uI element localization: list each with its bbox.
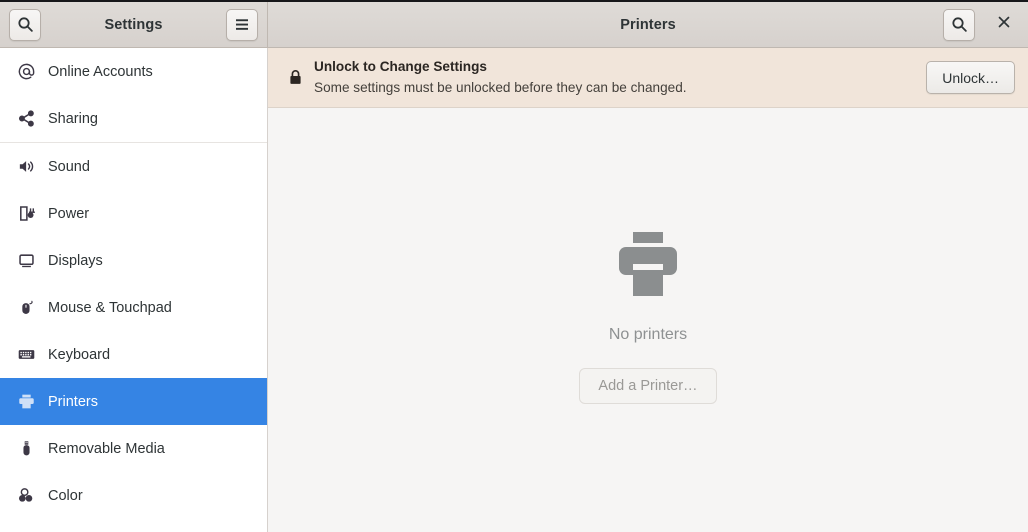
- battery-plug-icon: [13, 204, 39, 223]
- page-title: Printers: [620, 16, 676, 33]
- usb-drive-icon: [13, 439, 39, 458]
- sidebar-item-removable-media[interactable]: Removable Media: [0, 425, 267, 472]
- window-body: Online Accounts Sharing Sound Power Disp…: [0, 48, 1028, 532]
- sidebar-item-sharing[interactable]: Sharing: [0, 95, 267, 142]
- sidebar-item-label: Displays: [48, 252, 103, 269]
- close-icon: [997, 15, 1011, 34]
- share-nodes-icon: [13, 109, 39, 128]
- add-printer-button[interactable]: Add a Printer…: [579, 368, 717, 404]
- sidebar-item-label: Power: [48, 205, 90, 222]
- printer-icon: [608, 224, 688, 309]
- printer-icon: [13, 392, 39, 411]
- sidebar-item-label: Sound: [48, 158, 90, 175]
- lock-icon: [284, 69, 306, 86]
- sidebar-item-sound[interactable]: Sound: [0, 143, 267, 190]
- unlock-banner-text: Unlock to Change Settings Some settings …: [314, 57, 926, 97]
- at-sign-icon: [13, 62, 39, 81]
- close-window-button[interactable]: [989, 10, 1019, 40]
- printers-content-area: Unlock to Change Settings Some settings …: [268, 48, 1028, 532]
- sidebar-item-displays[interactable]: Displays: [0, 237, 267, 284]
- printers-empty-state: No printers Add a Printer…: [268, 108, 1028, 532]
- sidebar-item-label: Keyboard: [48, 346, 111, 363]
- printer-search-button[interactable]: [943, 8, 975, 41]
- sidebar-item-label: Removable Media: [48, 440, 165, 457]
- sidebar-item-online-accounts[interactable]: Online Accounts: [0, 48, 267, 95]
- color-circles-icon: [13, 486, 39, 505]
- header-bar-sidebar-section: Settings: [0, 2, 268, 47]
- settings-sidebar[interactable]: Online Accounts Sharing Sound Power Disp…: [0, 48, 268, 532]
- sidebar-item-label: Printers: [48, 393, 98, 410]
- unlock-button[interactable]: Unlock…: [926, 61, 1015, 94]
- unlock-banner: Unlock to Change Settings Some settings …: [268, 48, 1028, 108]
- header-bar: Settings Printers: [0, 0, 1028, 48]
- sidebar-item-power[interactable]: Power: [0, 190, 267, 237]
- sidebar-item-mouse-touchpad[interactable]: Mouse & Touchpad: [0, 284, 267, 331]
- sidebar-item-color[interactable]: Color: [0, 472, 267, 519]
- sidebar-item-keyboard[interactable]: Keyboard: [0, 331, 267, 378]
- sidebar-item-label: Color: [48, 487, 83, 504]
- sidebar-item-label: Sharing: [48, 110, 98, 127]
- sidebar-item-printers[interactable]: Printers: [0, 378, 267, 425]
- unlock-banner-subtitle: Some settings must be unlocked before th…: [314, 79, 687, 95]
- empty-state-title: No printers: [608, 326, 688, 343]
- search-icon: [17, 16, 34, 33]
- monitor-icon: [13, 251, 39, 270]
- sidebar-search-button[interactable]: [9, 8, 41, 41]
- hamburger-menu-icon: [234, 18, 250, 31]
- speaker-icon: [13, 157, 39, 176]
- search-icon: [951, 16, 968, 33]
- settings-window: Settings Printers Online Accounts Sharin…: [0, 0, 1028, 532]
- header-bar-content-section: Printers: [268, 2, 1028, 47]
- mouse-icon: [13, 298, 39, 317]
- sidebar-item-label: Online Accounts: [48, 63, 153, 80]
- sidebar-item-label: Mouse & Touchpad: [48, 299, 172, 316]
- keyboard-icon: [13, 345, 39, 364]
- main-menu-button[interactable]: [226, 8, 258, 41]
- unlock-banner-title: Unlock to Change Settings: [314, 59, 487, 75]
